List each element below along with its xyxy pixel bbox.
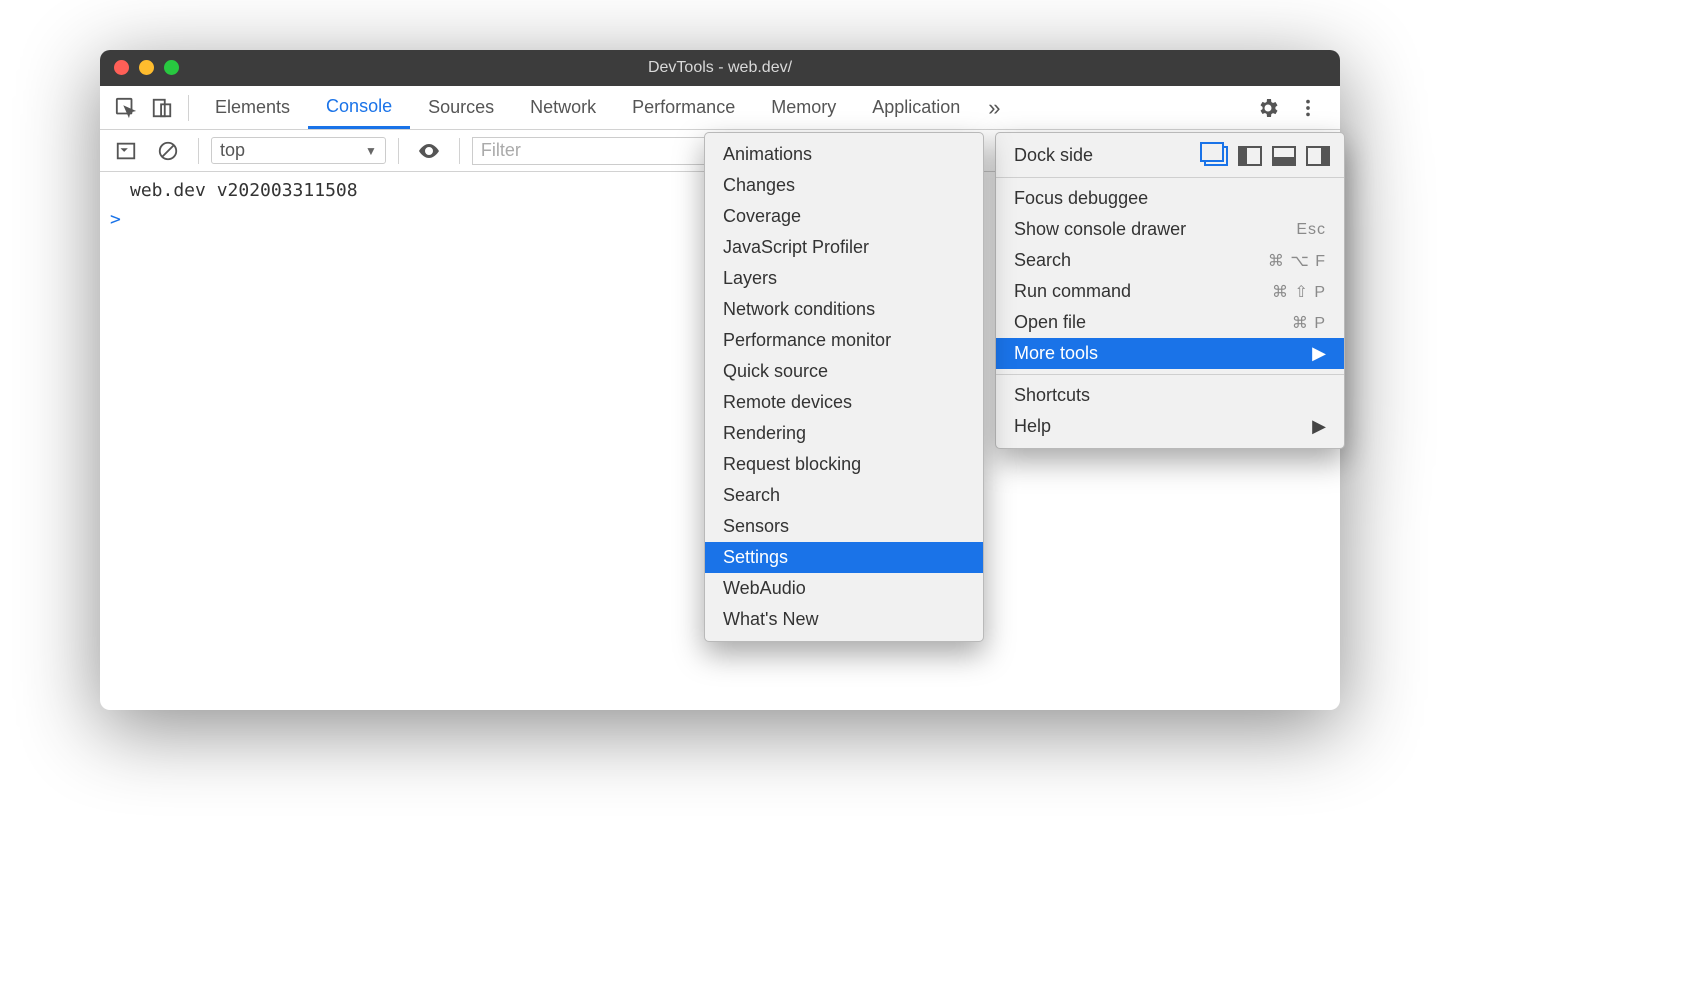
separator [398, 138, 399, 164]
submenu-item-search[interactable]: Search [705, 480, 983, 511]
submenu-item-quick-source[interactable]: Quick source [705, 356, 983, 387]
menu-item-run-command[interactable]: Run command⌘ ⇧ P [996, 276, 1344, 307]
menu-item-more-tools[interactable]: More tools▶ [996, 338, 1344, 369]
tab-performance[interactable]: Performance [614, 86, 753, 129]
menu-item-shortcuts[interactable]: Shortcuts [996, 380, 1344, 411]
execution-context-value: top [220, 140, 245, 161]
dock-left-icon[interactable] [1238, 146, 1262, 166]
dock-side-row: Dock side [996, 139, 1344, 172]
dock-side-label: Dock side [1014, 145, 1093, 166]
devtools-tabbar: ElementsConsoleSourcesNetworkPerformance… [100, 86, 1340, 130]
menu-item-show-console-drawer[interactable]: Show console drawerEsc [996, 214, 1344, 245]
submenu-item-network-conditions[interactable]: Network conditions [705, 294, 983, 325]
tab-network[interactable]: Network [512, 86, 614, 129]
submenu-item-settings[interactable]: Settings [705, 542, 983, 573]
inspect-element-icon[interactable] [110, 92, 142, 124]
submenu-item-changes[interactable]: Changes [705, 170, 983, 201]
menu-separator [996, 177, 1344, 178]
submenu-item-javascript-profiler[interactable]: JavaScript Profiler [705, 232, 983, 263]
close-window-button[interactable] [114, 60, 129, 75]
dock-bottom-icon[interactable] [1272, 146, 1296, 166]
zoom-window-button[interactable] [164, 60, 179, 75]
separator [188, 95, 189, 121]
submenu-item-webaudio[interactable]: WebAudio [705, 573, 983, 604]
execution-context-select[interactable]: top ▼ [211, 137, 386, 164]
kebab-menu-icon[interactable] [1292, 92, 1324, 124]
menu-item-help[interactable]: Help▶ [996, 411, 1344, 442]
settings-gear-icon[interactable] [1252, 92, 1284, 124]
device-toolbar-icon[interactable] [146, 92, 178, 124]
console-sidebar-toggle-icon[interactable] [110, 135, 142, 167]
menu-separator [996, 374, 1344, 375]
tab-sources[interactable]: Sources [410, 86, 512, 129]
dock-right-icon[interactable] [1306, 146, 1330, 166]
tab-elements[interactable]: Elements [197, 86, 308, 129]
submenu-item-animations[interactable]: Animations [705, 139, 983, 170]
tabs-overflow-icon[interactable]: » [980, 92, 1008, 124]
submenu-item-layers[interactable]: Layers [705, 263, 983, 294]
submenu-item-sensors[interactable]: Sensors [705, 511, 983, 542]
minimize-window-button[interactable] [139, 60, 154, 75]
traffic-lights [114, 60, 179, 75]
submenu-item-performance-monitor[interactable]: Performance monitor [705, 325, 983, 356]
menu-item-search[interactable]: Search⌘ ⌥ F [996, 245, 1344, 276]
devtools-window: DevTools - web.dev/ ElementsConsoleSourc… [100, 50, 1340, 710]
submenu-item-what-s-new[interactable]: What's New [705, 604, 983, 635]
chevron-down-icon: ▼ [365, 144, 377, 158]
submenu-item-remote-devices[interactable]: Remote devices [705, 387, 983, 418]
submenu-arrow-icon: ▶ [1312, 343, 1326, 364]
live-expression-eye-icon[interactable] [413, 135, 445, 167]
separator [459, 138, 460, 164]
submenu-item-request-blocking[interactable]: Request blocking [705, 449, 983, 480]
more-tools-submenu: AnimationsChangesCoverageJavaScript Prof… [704, 132, 984, 642]
window-title: DevTools - web.dev/ [648, 59, 792, 77]
devtools-main-menu: Dock side Focus debuggeeShow console dra… [995, 132, 1345, 449]
menu-item-open-file[interactable]: Open file⌘ P [996, 307, 1344, 338]
submenu-arrow-icon: ▶ [1312, 416, 1326, 437]
window-titlebar: DevTools - web.dev/ [100, 50, 1340, 86]
submenu-item-rendering[interactable]: Rendering [705, 418, 983, 449]
tab-memory[interactable]: Memory [753, 86, 854, 129]
tab-application[interactable]: Application [854, 86, 978, 129]
tab-console[interactable]: Console [308, 86, 410, 129]
menu-item-focus-debuggee[interactable]: Focus debuggee [996, 183, 1344, 214]
clear-console-icon[interactable] [152, 135, 184, 167]
submenu-item-coverage[interactable]: Coverage [705, 201, 983, 232]
dock-undock-icon[interactable] [1204, 146, 1228, 166]
separator [198, 138, 199, 164]
